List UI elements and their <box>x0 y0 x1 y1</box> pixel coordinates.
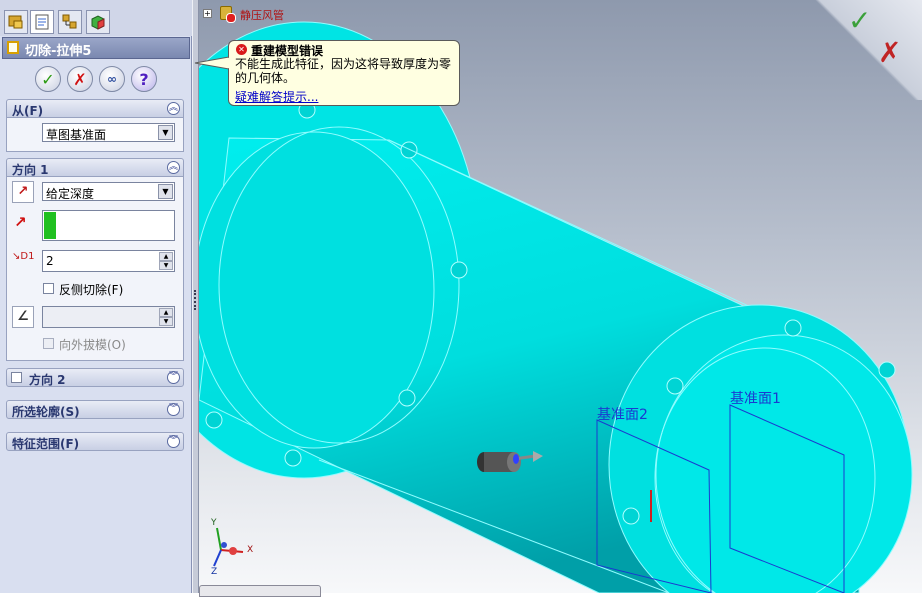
selected-contours-title: 所选轮廓(S) <box>12 405 80 419</box>
display-manager-icon <box>91 15 105 30</box>
chevron-up-icon[interactable]: ︽ <box>167 102 180 115</box>
tab-property-manager[interactable] <box>30 10 54 34</box>
feature-tree-icon <box>8 15 23 29</box>
chevron-up-icon[interactable]: ︽ <box>167 161 180 174</box>
direction1-group-title: 方向 1 <box>12 163 49 177</box>
error-badge-icon <box>226 13 236 23</box>
far-opening <box>199 131 435 449</box>
tab-configuration-manager[interactable] <box>58 10 82 34</box>
part-name: 静压风管 <box>240 9 284 22</box>
direction2-group-title: 方向 2 <box>29 373 66 387</box>
from-group-header[interactable]: 从(F) ︽ <box>6 99 184 118</box>
feature-title-bar: 切除-拉伸5 <box>2 37 190 59</box>
from-select[interactable]: 草图基准面 ▼ <box>42 123 175 142</box>
plane-label-2[interactable]: 基准面2 <box>597 404 648 424</box>
selected-contours-group-header[interactable]: 所选轮廓(S) ︾ <box>6 400 184 419</box>
plane-label-1[interactable]: 基准面1 <box>730 388 781 408</box>
spin-up-icon: ▲ <box>159 308 173 317</box>
chevron-down-icon[interactable]: ︾ <box>167 371 180 384</box>
panel-splitter[interactable] <box>192 0 199 593</box>
selection-active-indicator <box>44 212 56 239</box>
direction1-group-header[interactable]: 方向 1 ︽ <box>6 158 184 177</box>
corner-ok-button[interactable]: ✓ <box>848 4 871 37</box>
from-group-body: 草图基准面 ▼ <box>6 118 184 152</box>
configuration-manager-icon <box>62 14 77 29</box>
chevron-down-icon[interactable]: ▼ <box>158 125 173 140</box>
troubleshoot-link[interactable]: 疑难解答提示... <box>235 88 318 105</box>
checkmark-icon: ✓ <box>41 69 55 89</box>
depth-dimension-icon: ↘D1 <box>12 251 35 262</box>
chevron-down-icon[interactable]: ▼ <box>158 184 173 199</box>
flip-side-to-cut-checkbox[interactable] <box>43 283 54 294</box>
reverse-direction-icon: ↗ <box>17 184 29 199</box>
spin-down-icon[interactable]: ▼ <box>159 261 173 270</box>
chevron-down-icon[interactable]: ︾ <box>167 435 180 448</box>
close-icon: ✗ <box>73 69 87 89</box>
error-icon: ✕ <box>236 44 247 55</box>
feature-scope-group-header[interactable]: 特征范围(F) ︾ <box>6 432 184 451</box>
draft-toggle-button[interactable]: ∠ <box>12 306 34 328</box>
direction1-group-body: ↗ 给定深度 ▼ ↗ ↘D1 2 ▲ ▼ 反侧切除(F) ∠ ▲ ▼ 向外拔模(… <box>6 177 184 361</box>
flip-side-to-cut-label: 反侧切除(F) <box>59 283 124 297</box>
from-group-title: 从(F) <box>12 104 44 118</box>
ok-button[interactable]: ✓ <box>35 66 61 92</box>
direction-arrow-icon: ↗ <box>14 213 27 231</box>
property-manager-panel: 切除-拉伸5 ✓ ✗ ∞ ? 从(F) ︽ 草图基准面 ▼ 方向 1 ︽ ↗ 给… <box>0 0 192 593</box>
part-icon <box>220 6 236 23</box>
direction2-group-header[interactable]: 方向 2 ︾ <box>6 368 184 387</box>
chevron-down-icon[interactable]: ︾ <box>167 403 180 416</box>
manager-tabs <box>0 0 192 36</box>
corner-cancel-button[interactable]: ✗ <box>878 36 901 69</box>
help-button[interactable]: ? <box>131 66 157 92</box>
help-icon: ? <box>139 69 149 89</box>
tooltip-message: 不能生成此特征，因为这将导致厚度为零的几何体。 <box>235 57 452 85</box>
feature-title: 切除-拉伸5 <box>25 44 92 59</box>
direction-reference-listbox[interactable] <box>42 210 175 241</box>
cut-extrude-icon <box>7 41 19 54</box>
rebuild-error-tooltip: ✕ 重建模型错误 不能生成此特征，因为这将导致厚度为零的几何体。 疑难解答提示.… <box>194 40 460 106</box>
draft-angle-icon: ∠ <box>17 309 29 324</box>
property-manager-icon <box>35 14 49 30</box>
triad-y-label: Y <box>211 518 217 528</box>
tooltip-pointer <box>194 56 229 70</box>
confirmation-corner: ✓ ✗ <box>808 0 922 100</box>
draft-outward-label: 向外拔模(O) <box>59 338 126 352</box>
tab-feature-tree[interactable] <box>4 10 28 34</box>
end-condition-select[interactable]: 给定深度 ▼ <box>42 182 175 201</box>
depth-input[interactable]: 2 ▲ ▼ <box>42 250 175 272</box>
direction2-checkbox[interactable] <box>11 372 22 383</box>
reverse-direction-button[interactable]: ↗ <box>12 181 34 203</box>
glasses-icon: ∞ <box>107 72 117 86</box>
model-tab[interactable] <box>199 585 321 597</box>
expand-icon[interactable]: + <box>203 9 212 18</box>
draft-angle-input: ▲ ▼ <box>42 306 175 328</box>
triad-z-label: Z <box>211 567 218 577</box>
tab-dimxpert-manager[interactable] <box>86 10 110 34</box>
draft-outward-checkbox <box>43 338 54 349</box>
spin-up-icon[interactable]: ▲ <box>159 252 173 261</box>
spin-down-icon: ▼ <box>159 317 173 326</box>
feature-scope-title: 特征范围(F) <box>12 437 80 451</box>
orientation-triad <box>213 527 244 567</box>
triad-x-label: X <box>247 545 254 555</box>
cancel-button[interactable]: ✗ <box>67 66 93 92</box>
preview-button[interactable]: ∞ <box>99 66 125 92</box>
